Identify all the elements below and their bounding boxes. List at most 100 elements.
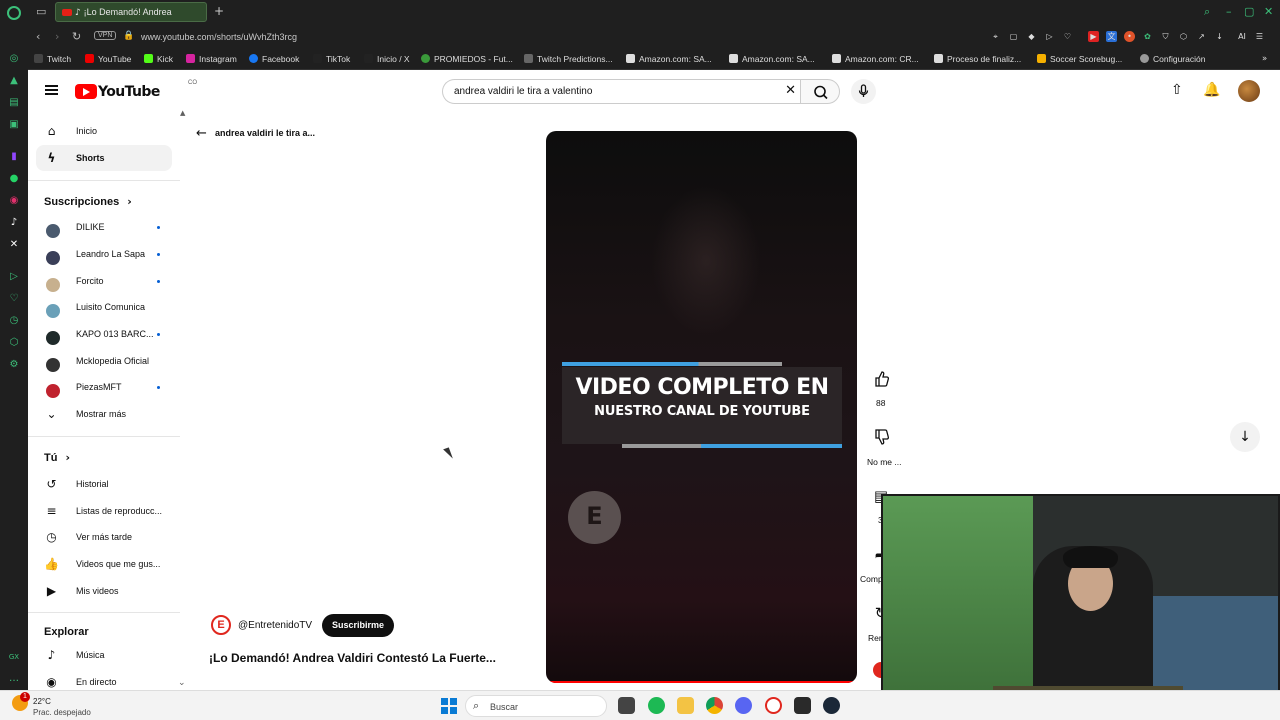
translate-ext-icon[interactable]: 文 xyxy=(1106,31,1117,42)
ext-red-icon[interactable]: • xyxy=(1124,31,1135,42)
youtube-logo[interactable]: YouTube CO xyxy=(75,80,197,100)
x-sidebar-icon[interactable]: ✕ xyxy=(7,238,21,252)
menu-icon[interactable]: ☰ xyxy=(1254,31,1265,42)
heart-icon[interactable]: ♡ xyxy=(1062,31,1073,42)
whatsapp-sidebar-icon[interactable]: ● xyxy=(7,172,21,186)
minimize-icon[interactable]: – xyxy=(1226,5,1232,18)
ext-green-icon[interactable]: ✿ xyxy=(1142,31,1153,42)
bookmark-facebook[interactable]: Facebook xyxy=(249,54,299,64)
task-view-icon[interactable] xyxy=(618,697,635,714)
bookmark-amazon-2[interactable]: Amazon.com: SA... xyxy=(729,54,815,64)
channel-handle[interactable]: @EntretenidoTV xyxy=(238,620,312,631)
share-icon[interactable]: ↗ xyxy=(1196,31,1207,42)
sidebar-sub-kapo[interactable]: KAPO 013 BARC... xyxy=(36,321,172,347)
close-window-icon[interactable]: ✕ xyxy=(1264,5,1273,18)
more-sidebar-icon[interactable]: … xyxy=(7,672,21,686)
maximize-icon[interactable]: ▢ xyxy=(1244,5,1254,18)
search-tabs-icon[interactable]: ⌕ xyxy=(1204,5,1210,19)
search-input[interactable]: andrea valdiri le tira a valentino xyxy=(454,86,592,97)
extensions-icon[interactable]: ⬡ xyxy=(1178,31,1189,42)
sidebar-item-playlists[interactable]: ≡ Listas de reproducc... xyxy=(36,498,172,524)
workspaces-icon[interactable]: ▲ xyxy=(7,74,21,88)
speaker-icon[interactable]: ♪ xyxy=(75,8,84,18)
sidebar-item-liked-videos[interactable]: 👍 Videos que me gus... xyxy=(36,551,172,577)
play-icon[interactable]: ▷ xyxy=(1044,31,1055,42)
chrome-icon[interactable] xyxy=(706,697,723,714)
bookmark-amazon-3[interactable]: Amazon.com: CR... xyxy=(832,54,919,64)
player-sidebar-icon[interactable]: ▷ xyxy=(7,270,21,284)
ext-shield-icon[interactable]: ⛉ xyxy=(1160,31,1171,42)
back-nav-icon[interactable]: ‹ xyxy=(36,30,40,43)
sidebar-scroll-up-icon[interactable]: ▲ xyxy=(180,109,185,117)
hamburger-menu-icon[interactable] xyxy=(45,85,58,95)
sidebar-show-more[interactable]: ⌄ Mostrar más xyxy=(36,401,172,427)
tiktok-sidebar-icon[interactable]: ♪ xyxy=(7,216,21,230)
spotify-icon[interactable] xyxy=(648,697,665,714)
file-explorer-icon[interactable] xyxy=(677,697,694,714)
sidebar-sub-piezasmft[interactable]: PiezasMFT xyxy=(36,374,172,400)
discord-icon[interactable] xyxy=(735,697,752,714)
sidebar-sub-mcklopedia[interactable]: Mcklopedia Oficial xyxy=(36,348,172,374)
bookmark-x[interactable]: Inicio / X xyxy=(364,54,410,64)
sidebar-item-historial[interactable]: ↺ Historial xyxy=(36,471,172,497)
twitch-sidebar-icon[interactable]: ▮ xyxy=(7,150,21,164)
clear-search-icon[interactable]: ✕ xyxy=(785,83,796,98)
ai-icon[interactable]: AI xyxy=(1232,31,1252,42)
bookmark-twitch-predictions[interactable]: Twitch Predictions... xyxy=(524,54,613,64)
bookmark-proceso[interactable]: Proceso de finaliz... xyxy=(934,54,1021,64)
new-tab-icon[interactable]: + xyxy=(214,4,224,18)
wallet-icon[interactable]: ▤ xyxy=(7,96,21,110)
sidebar-sub-leandro[interactable]: Leandro La Sapa xyxy=(36,241,172,267)
like-button[interactable] xyxy=(866,364,896,394)
maps-icon[interactable]: ▣ xyxy=(7,118,21,132)
sidebar-sub-dilike[interactable]: DILIKE xyxy=(36,214,172,240)
search-box[interactable]: andrea valdiri le tira a valentino ✕ xyxy=(442,79,800,104)
sidebar-item-musica[interactable]: ♪ Música xyxy=(36,642,172,668)
gx-icon[interactable]: GX xyxy=(7,650,21,664)
weather-widget[interactable]: 1 22°C Prac. despejado xyxy=(12,692,91,717)
download-icon[interactable]: ↓ xyxy=(1214,31,1225,42)
video-progress-bar[interactable] xyxy=(546,681,857,683)
bookmark-promiedos[interactable]: PROMIEDOS - Fut... xyxy=(421,54,513,64)
subscribe-button[interactable]: Suscribirme xyxy=(322,614,394,637)
sidebar-item-my-videos[interactable]: ▶ Mis videos xyxy=(36,578,172,604)
youtube-ext-icon[interactable]: ▶ xyxy=(1088,31,1099,42)
sidebar-item-watch-later[interactable]: ◷ Ver más tarde xyxy=(36,524,172,550)
sidebar-scroll-down-icon[interactable]: ⌄ xyxy=(178,678,186,688)
bookmark-instagram[interactable]: Instagram xyxy=(186,54,237,64)
opera-logo-icon[interactable] xyxy=(7,6,21,20)
reload-icon[interactable]: ↻ xyxy=(72,30,81,43)
search-button[interactable] xyxy=(800,79,840,104)
subscriptions-heading[interactable]: Suscripciones › xyxy=(44,195,132,208)
voice-search-button[interactable] xyxy=(851,79,876,104)
extensions-sidebar-icon[interactable]: ⬡ xyxy=(7,336,21,350)
notifications-bell-icon[interactable]: 🔔 xyxy=(1203,82,1220,98)
bookmark-youtube[interactable]: YouTube xyxy=(85,54,131,64)
favorites-sidebar-icon[interactable]: ♡ xyxy=(7,292,21,306)
screenshot-icon[interactable]: ▢ xyxy=(1008,31,1019,42)
next-short-button[interactable]: ↓ xyxy=(1230,422,1260,452)
you-heading[interactable]: Tú › xyxy=(44,451,70,464)
sidebar-item-en-directo[interactable]: ◉ En directo xyxy=(36,669,172,692)
dislike-button[interactable] xyxy=(866,422,896,452)
sidebar-item-shorts[interactable]: ϟ Shorts xyxy=(36,145,172,171)
aria-icon[interactable]: ◎ xyxy=(7,52,21,66)
history-sidebar-icon[interactable]: ◷ xyxy=(7,314,21,328)
lock-icon[interactable]: 🔒 xyxy=(123,31,134,41)
url-field[interactable]: www.youtube.com/shorts/uWvhZth3rcg xyxy=(141,32,297,42)
sidebar-sub-forcito[interactable]: Forcito xyxy=(36,268,172,294)
back-arrow-icon[interactable]: ← xyxy=(196,126,207,141)
sidebar-sub-luisito[interactable]: Luisito Comunica xyxy=(36,294,172,320)
tab-islands-icon[interactable]: ▭ xyxy=(36,5,46,18)
channel-avatar[interactable]: E xyxy=(211,615,231,635)
bookmark-kick[interactable]: Kick xyxy=(144,54,173,64)
obs-recording-icon[interactable] xyxy=(794,697,811,714)
settings-sidebar-icon[interactable]: ⚙ xyxy=(7,358,21,372)
bookmarks-overflow-icon[interactable]: » xyxy=(1262,54,1267,64)
bookmark-tiktok[interactable]: TikTok xyxy=(313,54,350,64)
back-to-search-label[interactable]: andrea valdiri le tira a... xyxy=(215,128,315,138)
bookmark-twitch[interactable]: Twitch xyxy=(34,54,71,64)
shield-icon[interactable]: ◆ xyxy=(1026,31,1037,42)
steam-icon[interactable] xyxy=(823,697,840,714)
windows-start-icon[interactable] xyxy=(441,698,457,714)
